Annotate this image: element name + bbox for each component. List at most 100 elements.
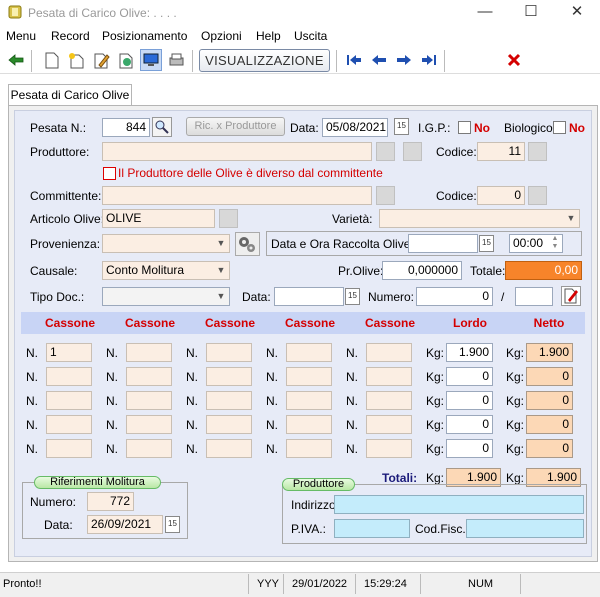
cassone-field[interactable] — [286, 439, 332, 458]
cassone-field[interactable] — [206, 391, 252, 410]
grid-n-label: N. — [266, 370, 278, 384]
rif-data-field[interactable]: 26/09/2021 — [87, 515, 163, 534]
menu-item-menu[interactable]: Menu — [6, 29, 36, 43]
cassone-field[interactable] — [286, 367, 332, 386]
new-star-document-icon[interactable] — [66, 50, 86, 70]
monitor-view-icon[interactable] — [140, 49, 162, 71]
cassone-field[interactable] — [126, 391, 172, 410]
cassone-field[interactable] — [366, 343, 412, 362]
cassone-field[interactable] — [46, 391, 92, 410]
committente-field[interactable] — [102, 186, 372, 205]
codice-produttore-button[interactable] — [528, 142, 547, 161]
biologico-checkbox[interactable] — [553, 121, 566, 134]
codfisc-field[interactable] — [466, 519, 584, 538]
lordo-field[interactable]: 0 — [446, 367, 493, 386]
menu-item-record[interactable]: Record — [51, 29, 90, 43]
cassone-field[interactable] — [366, 391, 412, 410]
maximize-icon[interactable]: ☐ — [508, 0, 554, 26]
cassone-field[interactable] — [286, 415, 332, 434]
pesata-number-field[interactable]: 844 — [102, 118, 150, 137]
causale-chevron-down-icon[interactable]: ▼ — [214, 262, 228, 279]
next-record-icon[interactable] — [394, 50, 414, 70]
refresh-document-icon[interactable] — [116, 50, 136, 70]
numero-suffix-field[interactable] — [515, 287, 553, 306]
lordo-field[interactable]: 0 — [446, 391, 493, 410]
produttore-field[interactable] — [102, 142, 372, 161]
articolo-lookup-button[interactable] — [219, 209, 238, 228]
cassone-field[interactable] — [46, 415, 92, 434]
cassone-field[interactable] — [286, 391, 332, 410]
menu-item-posizionamento[interactable]: Posizionamento — [102, 29, 187, 43]
tipodoc-select[interactable] — [102, 287, 230, 306]
codice-produttore-field[interactable]: 11 — [477, 142, 525, 161]
edit-document-icon[interactable] — [91, 50, 111, 70]
varieta-select[interactable] — [379, 209, 580, 228]
printer-icon[interactable] — [166, 50, 186, 70]
first-record-icon[interactable] — [344, 50, 364, 70]
articolo-field[interactable]: OLIVE — [102, 209, 215, 228]
calendar-raccolta-icon[interactable]: 15 — [479, 235, 494, 252]
cassone-field[interactable] — [46, 439, 92, 458]
cassone-field[interactable] — [126, 439, 172, 458]
menu-item-help[interactable]: Help — [256, 29, 281, 43]
provenienza-chevron-down-icon[interactable]: ▼ — [214, 235, 228, 252]
ric-produttore-button[interactable]: Ric. x Produttore — [186, 117, 285, 136]
prolive-field[interactable]: 0,000000 — [382, 261, 462, 280]
minimize-icon[interactable]: — — [462, 0, 508, 26]
codice-committente-field[interactable]: 0 — [477, 186, 525, 205]
close-window-icon[interactable]: ✕ — [554, 0, 600, 26]
menu-item-uscita[interactable]: Uscita — [294, 29, 327, 43]
igp-checkbox[interactable] — [458, 121, 471, 134]
data-field[interactable]: 05/08/2021 — [322, 118, 388, 137]
ora-spinner-icon[interactable]: ▲ ▼ — [548, 235, 562, 252]
cassone-field[interactable] — [126, 343, 172, 362]
visualizzazione-button[interactable]: VISUALIZZAZIONE — [199, 49, 330, 72]
lordo-field[interactable]: 0 — [446, 439, 493, 458]
lordo-field[interactable]: 1.900 — [446, 343, 493, 362]
cassone-field[interactable] — [366, 415, 412, 434]
cassone-field[interactable] — [206, 343, 252, 362]
tipodoc-chevron-down-icon[interactable]: ▼ — [214, 288, 228, 305]
provenienza-select[interactable] — [102, 234, 230, 253]
indirizzo-field[interactable] — [334, 495, 584, 514]
piva-field[interactable] — [334, 519, 410, 538]
edit-document-icon[interactable] — [561, 286, 581, 306]
rif-numero-field[interactable]: 772 — [87, 492, 134, 511]
exit-arrow-icon[interactable] — [6, 50, 26, 70]
menu-item-opzioni[interactable]: Opzioni — [201, 29, 242, 43]
cassone-field[interactable] — [366, 439, 412, 458]
calendar-icon[interactable]: 15 — [394, 118, 409, 135]
cassone-field[interactable] — [206, 439, 252, 458]
cassone-field[interactable] — [126, 367, 172, 386]
cassone-field[interactable] — [46, 367, 92, 386]
grid-kg-label: Kg: — [506, 418, 525, 432]
cassone-field[interactable]: 1 — [46, 343, 92, 362]
committente-lookup-button[interactable] — [376, 186, 395, 205]
codice-committente-button[interactable] — [528, 186, 547, 205]
lordo-field[interactable]: 0 — [446, 415, 493, 434]
cassone-field[interactable] — [286, 343, 332, 362]
calendar-rif-icon[interactable]: 15 — [165, 516, 180, 533]
calendar-doc-icon[interactable]: 15 — [345, 288, 360, 305]
gears-settings-icon[interactable] — [235, 232, 260, 256]
last-record-icon[interactable] — [419, 50, 439, 70]
tab-pesata-di-carico-olive[interactable]: Pesata di Carico Olive — [8, 84, 132, 106]
new-document-icon[interactable] — [42, 50, 62, 70]
search-magnifier-icon[interactable] — [152, 117, 172, 137]
previous-record-icon[interactable] — [369, 50, 389, 70]
data-raccolta-field[interactable] — [408, 234, 478, 253]
produttore-lookup-button[interactable] — [376, 142, 395, 161]
produttore-extra-button[interactable] — [403, 142, 422, 161]
totali-label: Totali: — [382, 471, 418, 485]
produttore-diverso-checkbox[interactable] — [103, 167, 116, 180]
data2-field[interactable] — [274, 287, 344, 306]
cassone-field[interactable] — [206, 367, 252, 386]
numero-field[interactable]: 0 — [416, 287, 493, 306]
cassone-field[interactable] — [206, 415, 252, 434]
cassone-field[interactable] — [366, 367, 412, 386]
varieta-chevron-down-icon[interactable]: ▼ — [564, 210, 578, 227]
grid-kg-label: Kg: — [426, 370, 445, 384]
delete-x-icon[interactable] — [504, 50, 524, 70]
causale-select[interactable]: Conto Molitura — [102, 261, 230, 280]
cassone-field[interactable] — [126, 415, 172, 434]
